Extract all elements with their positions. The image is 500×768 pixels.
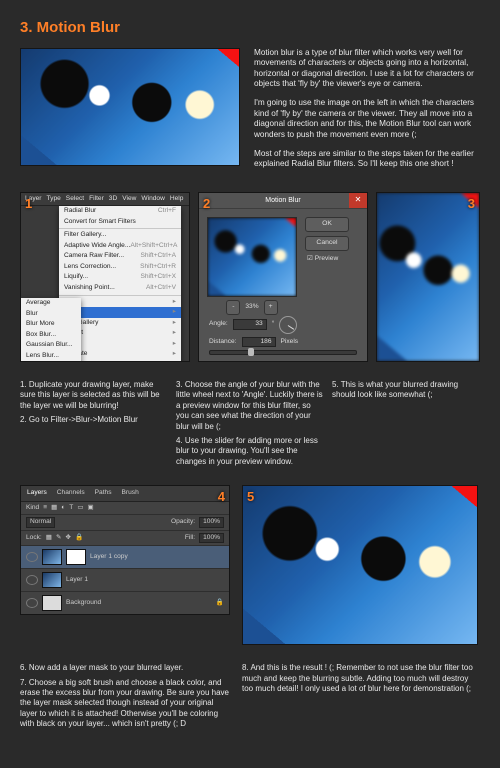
visibility-icon[interactable] <box>26 598 38 608</box>
submenu-item[interactable]: Blur More <box>21 319 81 330</box>
blur-submenu[interactable]: AverageBlurBlur MoreBox Blur...Gaussian … <box>21 298 81 362</box>
zoom-pct: 33% <box>245 303 258 312</box>
filter-type-icon[interactable]: T <box>69 504 73 513</box>
submenu-item[interactable]: Average <box>21 298 81 309</box>
submenu-item[interactable]: Lens Blur... <box>21 351 81 362</box>
step-number-1: 1 <box>25 196 32 213</box>
motion-blur-dialog: Motion Blur ✕ - 33% + OK Cancel <box>199 193 367 361</box>
lock-pixels-icon[interactable]: ▦ <box>46 534 52 543</box>
step-2-panel: 2 Motion Blur ✕ - 33% + <box>198 192 368 362</box>
layers-panel[interactable]: Layers Channels Paths Brush Kind≡ ▦ ◐ T … <box>21 486 229 614</box>
angle-label: Angle: <box>209 320 228 329</box>
lock-icon: 🔒 <box>216 599 224 608</box>
blend-mode-select[interactable]: Normal <box>26 517 55 528</box>
filter-shape-icon[interactable]: ▭ <box>77 504 83 513</box>
lock-move-icon[interactable]: ✥ <box>66 534 72 543</box>
hero-art <box>20 48 240 166</box>
close-icon[interactable]: ✕ <box>349 193 367 208</box>
angle-wheel[interactable] <box>279 316 297 334</box>
visibility-icon[interactable] <box>26 552 38 562</box>
caption-5: 5. This is what your blurred drawing sho… <box>332 380 480 401</box>
menubar-item[interactable]: View <box>122 195 136 203</box>
layer-row-1[interactable]: Layer 1 <box>21 569 229 592</box>
caption-3: 3. Choose the angle of your blur with th… <box>176 380 324 432</box>
step-number-5: 5 <box>247 489 254 506</box>
filter-pixel-icon[interactable]: ▦ <box>51 504 57 513</box>
lock-all-icon[interactable]: 🔒 <box>75 534 83 543</box>
caption-7: 7. Choose a big soft brush and choose a … <box>20 678 230 730</box>
caption-8: 8. And this is the result ! (; Remember … <box>242 663 478 694</box>
dialog-titlebar[interactable]: Motion Blur ✕ <box>199 193 367 209</box>
step-number-2: 2 <box>203 196 210 213</box>
caption-1: 1. Duplicate your drawing layer, make su… <box>20 380 168 411</box>
distance-input[interactable]: 186 <box>242 337 276 348</box>
angle-input[interactable]: 33 <box>233 319 267 330</box>
menu-item[interactable]: Camera Raw Filter...Shift+Ctrl+A <box>59 251 181 262</box>
ok-button[interactable]: OK <box>305 217 349 232</box>
step-number-3: 3 <box>468 196 475 213</box>
panel-tabs[interactable]: Layers Channels Paths Brush <box>21 486 229 502</box>
menubar-item[interactable]: Help <box>170 195 184 203</box>
page-title: 3. Motion Blur <box>20 18 480 38</box>
menubar-item[interactable]: 3D <box>109 195 117 203</box>
distance-slider[interactable] <box>209 350 357 355</box>
layer-mask-thumb[interactable] <box>66 549 86 565</box>
menubar-item[interactable]: Select <box>66 195 84 203</box>
lock-paint-icon[interactable]: ✎ <box>56 534 62 543</box>
cancel-button[interactable]: Cancel <box>305 236 349 251</box>
step-5-panel: 5 <box>242 485 478 645</box>
menu-item[interactable]: Lens Correction...Shift+Ctrl+R <box>59 262 181 273</box>
intro-text: Motion blur is a type of blur filter whi… <box>254 48 480 179</box>
step-1-panel: 1 LayerTypeSelectFilter3DViewWindowHelp … <box>20 192 190 362</box>
layer-row-copy[interactable]: Layer 1 copy <box>21 546 229 569</box>
submenu-item[interactable]: Blur <box>21 309 81 320</box>
menu-item[interactable]: Filter Gallery... <box>59 230 181 241</box>
dialog-preview <box>207 217 297 297</box>
preview-checkbox[interactable]: ☑ Preview <box>305 255 349 264</box>
layer-row-background[interactable]: Background 🔒 <box>21 592 229 615</box>
fill-input[interactable]: 100% <box>199 533 224 544</box>
menu-item[interactable]: Vanishing Point...Alt+Ctrl+V <box>59 283 181 294</box>
submenu-item[interactable]: Gaussian Blur... <box>21 340 81 351</box>
menu-item[interactable]: Convert for Smart Filters <box>59 217 181 228</box>
step-4-panel: 4 Layers Channels Paths Brush Kind≡ ▦ ◐ … <box>20 485 230 615</box>
opacity-input[interactable]: 100% <box>199 517 224 528</box>
submenu-item[interactable]: Motion Blur... <box>21 361 81 362</box>
filter-smart-icon[interactable]: ▣ <box>88 504 94 513</box>
filter-adjust-icon[interactable]: ◐ <box>61 504 65 513</box>
visibility-icon[interactable] <box>26 575 38 585</box>
step-number-4: 4 <box>218 489 225 506</box>
menubar-item[interactable]: Window <box>141 195 164 203</box>
ps-menubar[interactable]: LayerTypeSelectFilter3DViewWindowHelp <box>21 193 189 206</box>
distance-label: Distance: <box>209 338 237 347</box>
step-3-panel: 3 <box>376 192 480 362</box>
menubar-item[interactable]: Type <box>47 195 61 203</box>
submenu-item[interactable]: Box Blur... <box>21 330 81 341</box>
caption-6: 6. Now add a layer mask to your blurred … <box>20 663 230 673</box>
caption-2: 2. Go to Filter->Blur->Motion Blur <box>20 415 168 425</box>
menubar-item[interactable]: Filter <box>89 195 104 203</box>
menu-item[interactable]: Liquify...Shift+Ctrl+X <box>59 272 181 283</box>
caption-4: 4. Use the slider for adding more or les… <box>176 436 324 467</box>
menu-item[interactable]: Radial BlurCtrl+F <box>59 206 181 217</box>
menu-item[interactable]: Adaptive Wide Angle...Alt+Shift+Ctrl+A <box>59 241 181 252</box>
